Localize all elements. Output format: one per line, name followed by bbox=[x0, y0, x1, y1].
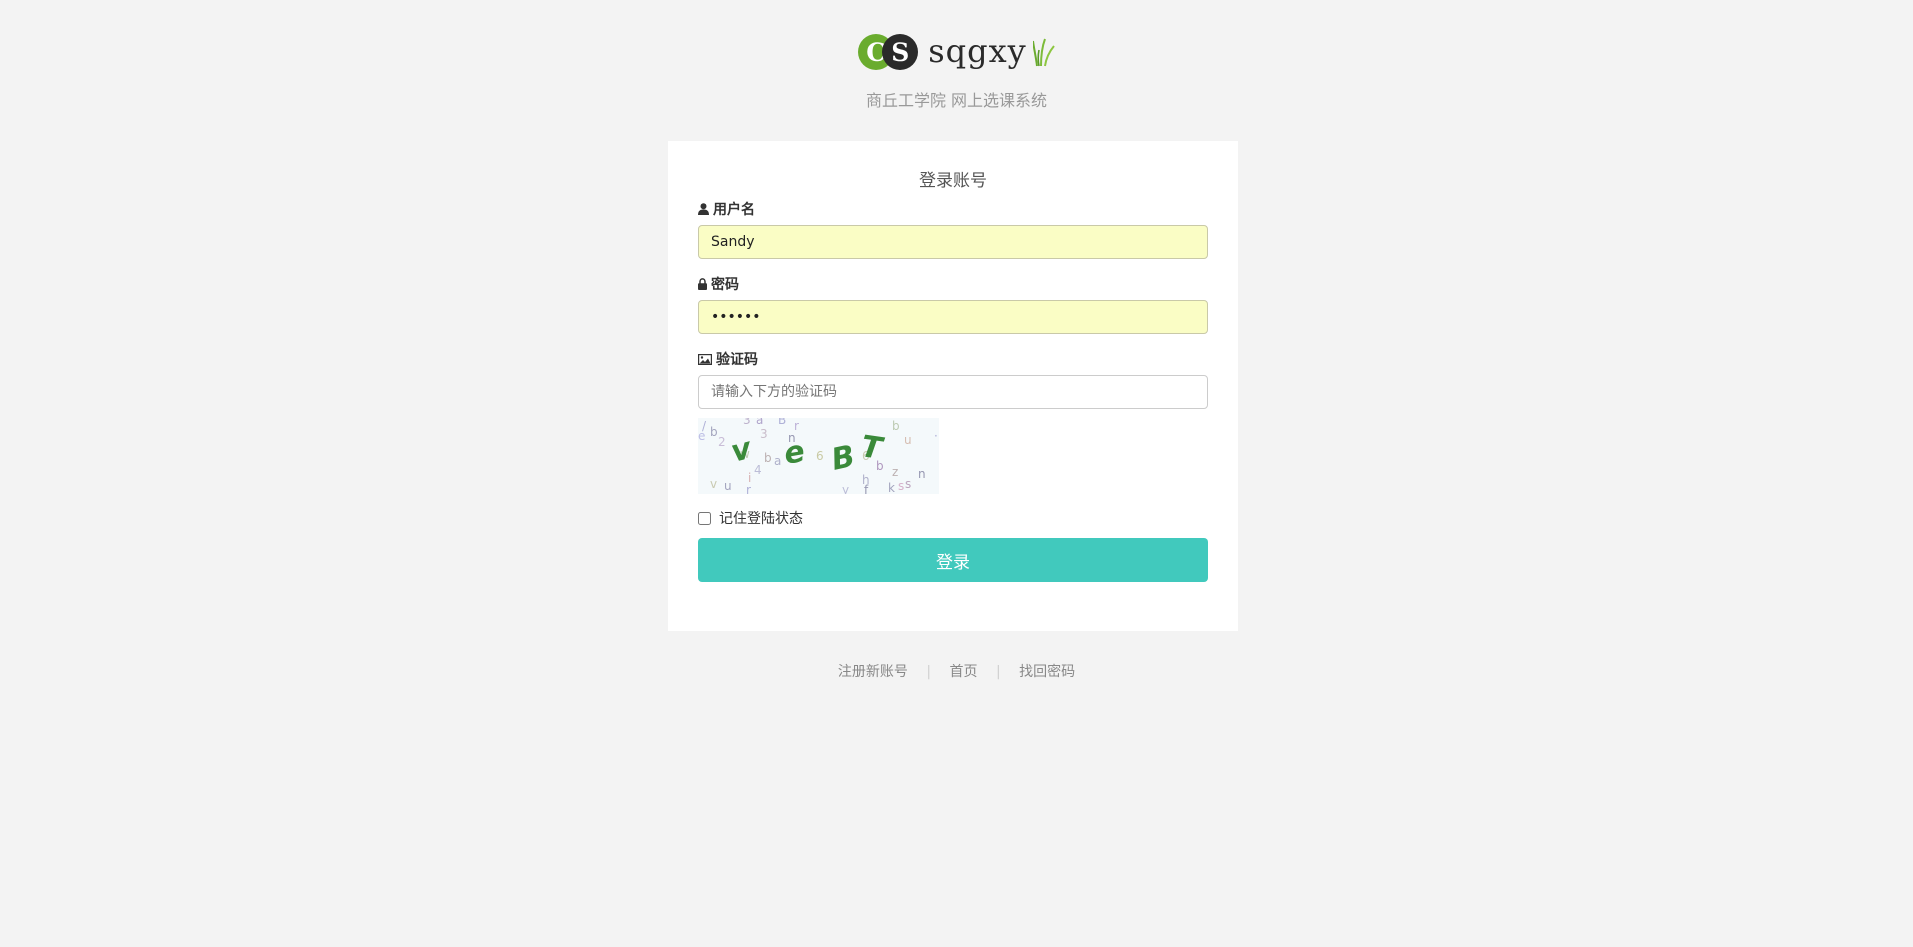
login-card: 登录账号 用户名 密码 验证码 / b e 2 3 a bbox=[668, 141, 1238, 631]
svg-text:u: u bbox=[904, 433, 912, 447]
grass-icon bbox=[1032, 38, 1055, 67]
svg-text:z: z bbox=[892, 465, 898, 479]
svg-text:b: b bbox=[764, 451, 772, 465]
captcha-image[interactable]: / b e 2 3 a B 3 r n w b a 6 4 i v u r b … bbox=[698, 418, 939, 494]
svg-text:B: B bbox=[778, 418, 786, 427]
svg-text:4: 4 bbox=[754, 463, 762, 477]
recover-password-link[interactable]: 找回密码 bbox=[1019, 664, 1075, 680]
svg-text:3: 3 bbox=[743, 418, 751, 427]
logo-text: sqgxy bbox=[928, 32, 1027, 70]
svg-text:a: a bbox=[774, 454, 781, 468]
remember-me[interactable]: 记住登陆状态 bbox=[698, 508, 1208, 528]
svg-text:a: a bbox=[756, 418, 763, 427]
captcha-input[interactable] bbox=[698, 375, 1208, 409]
username-label: 用户名 bbox=[698, 199, 1208, 219]
svg-text:n: n bbox=[918, 467, 926, 481]
login-title: 登录账号 bbox=[919, 171, 987, 191]
site-subtitle: 商丘工学院 网上选课系统 bbox=[865, 91, 1048, 110]
svg-text:s: s bbox=[905, 477, 911, 491]
login-button[interactable]: 登录 bbox=[698, 538, 1208, 582]
svg-text:b: b bbox=[892, 419, 900, 433]
svg-text:y: y bbox=[842, 483, 849, 494]
image-icon bbox=[698, 353, 712, 365]
svg-text:r: r bbox=[746, 483, 751, 494]
home-link[interactable]: 首页 bbox=[950, 664, 978, 680]
remember-label: 记住登陆状态 bbox=[719, 511, 803, 527]
password-label: 密码 bbox=[698, 274, 1208, 294]
user-icon bbox=[698, 203, 709, 215]
svg-text:k: k bbox=[888, 481, 895, 494]
remember-checkbox[interactable] bbox=[698, 511, 711, 525]
svg-text:e: e bbox=[698, 429, 705, 443]
svg-text:b: b bbox=[710, 425, 718, 439]
svg-text:6: 6 bbox=[816, 449, 824, 463]
svg-text:2: 2 bbox=[718, 435, 726, 449]
svg-text:u: u bbox=[724, 479, 732, 493]
lock-icon bbox=[698, 278, 707, 290]
logo-mark: C S bbox=[858, 31, 920, 73]
footer-separator: | bbox=[995, 664, 1001, 680]
svg-text:3: 3 bbox=[760, 427, 768, 441]
svg-text:·: · bbox=[934, 429, 938, 443]
svg-text:s: s bbox=[898, 479, 904, 493]
svg-text:v: v bbox=[710, 477, 717, 491]
site-logo: C S sqgxy bbox=[858, 28, 1055, 76]
logo-letter-s: S bbox=[882, 34, 919, 70]
username-input[interactable] bbox=[698, 225, 1208, 259]
captcha-label: 验证码 bbox=[698, 349, 1208, 369]
captcha-label-text: 验证码 bbox=[716, 352, 758, 368]
username-label-text: 用户名 bbox=[713, 202, 755, 218]
password-label-text: 密码 bbox=[711, 277, 739, 293]
password-input[interactable] bbox=[698, 300, 1208, 334]
footer-separator: | bbox=[926, 664, 932, 680]
header: C S sqgxy 商丘工学院 网上选课系统 bbox=[0, 28, 1913, 111]
register-link[interactable]: 注册新账号 bbox=[838, 664, 908, 680]
footer-links: 注册新账号 | 首页 | 找回密码 bbox=[0, 661, 1913, 681]
